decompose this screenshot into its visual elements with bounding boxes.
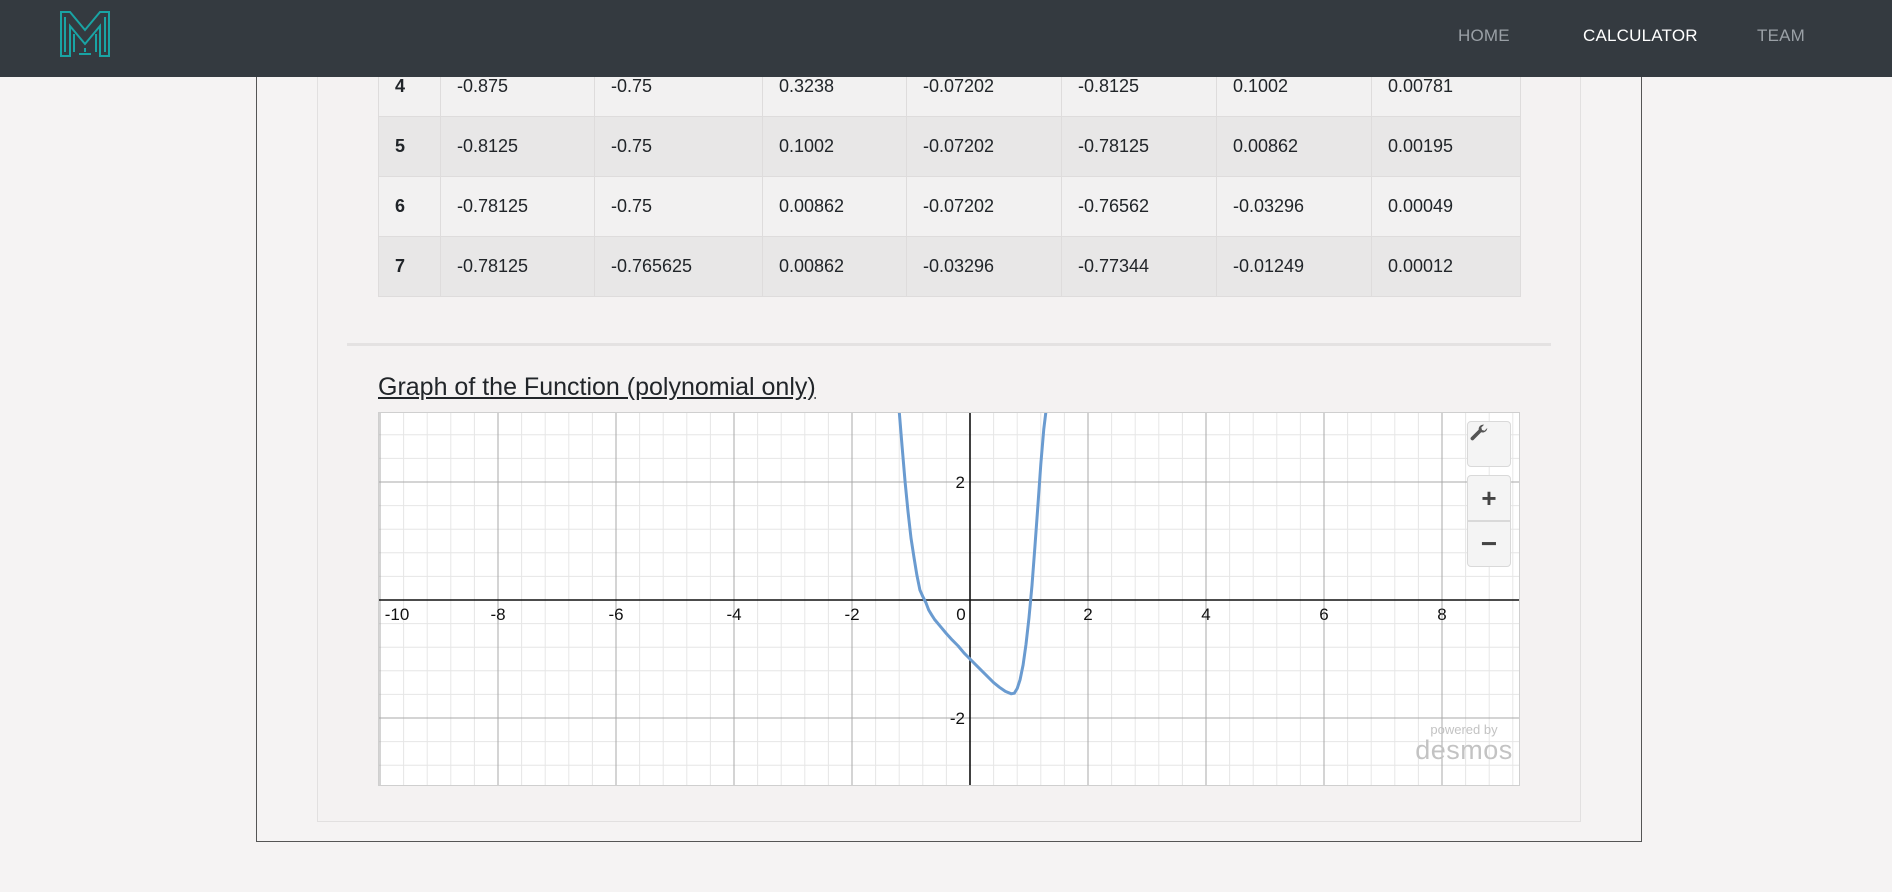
x-tick-label: -4 xyxy=(726,605,741,624)
table-cell: -0.76562 xyxy=(1061,176,1217,237)
table-cell: 0.00862 xyxy=(1216,116,1372,177)
graph-title: Graph of the Function (polynomial only) xyxy=(378,373,816,401)
graph-settings-button[interactable] xyxy=(1467,421,1511,467)
table-cell: 0.00012 xyxy=(1371,236,1521,297)
desmos-watermark: powered by desmos xyxy=(1409,723,1519,765)
function-graph[interactable]: -10 -8 -6 -4 -2 0 2 4 6 8 2 -2 + − powered by desmo… xyxy=(378,412,1520,786)
wrench-icon xyxy=(1470,424,1488,441)
table-row: 5 -0.8125 -0.75 0.1002 -0.07202 -0.78125… xyxy=(378,116,1521,177)
x-tick-label: 2 xyxy=(1083,605,1092,624)
x-tick-label: -6 xyxy=(608,605,623,624)
zoom-in-button[interactable]: + xyxy=(1467,475,1511,521)
x-tick-label: 0 xyxy=(956,605,965,624)
table-cell: -0.78125 xyxy=(440,236,595,297)
y-tick-label: -2 xyxy=(950,709,965,728)
table-cell: -0.78125 xyxy=(1061,116,1217,177)
table-cell: -0.07202 xyxy=(906,116,1062,177)
iterations-table: 4 -0.875 -0.75 0.3238 -0.07202 -0.8125 0… xyxy=(378,56,1521,297)
desmos-logo: desmos xyxy=(1415,735,1513,765)
table-cell: 0.00195 xyxy=(1371,116,1521,177)
nav-team-link[interactable]: TEAM xyxy=(1757,26,1805,46)
table-cell: 5 xyxy=(378,116,441,177)
table-cell: -0.78125 xyxy=(440,176,595,237)
nav-home-link[interactable]: HOME xyxy=(1458,26,1510,46)
x-tick-label: 8 xyxy=(1437,605,1446,624)
section-divider xyxy=(347,343,1551,346)
table-row: 6 -0.78125 -0.75 0.00862 -0.07202 -0.765… xyxy=(378,176,1521,237)
navbar: HOME CALCULATOR TEAM xyxy=(0,0,1892,77)
graph-canvas[interactable]: -10 -8 -6 -4 -2 0 2 4 6 8 2 -2 xyxy=(379,413,1520,786)
table-cell: 0.00862 xyxy=(762,176,907,237)
table-cell: -0.75 xyxy=(594,116,763,177)
logo-icon[interactable] xyxy=(58,8,112,60)
table-cell: -0.77344 xyxy=(1061,236,1217,297)
x-tick-label: 4 xyxy=(1201,605,1210,624)
table-cell: 0.1002 xyxy=(762,116,907,177)
function-curve xyxy=(897,413,1048,696)
table-cell: -0.75 xyxy=(594,176,763,237)
zoom-out-button[interactable]: − xyxy=(1467,521,1511,567)
table-cell: -0.03296 xyxy=(906,236,1062,297)
x-tick-label: -2 xyxy=(844,605,859,624)
y-tick-label: 2 xyxy=(956,473,965,492)
table-cell: 0.00049 xyxy=(1371,176,1521,237)
table-cell: -0.03296 xyxy=(1216,176,1372,237)
table-cell: -0.8125 xyxy=(440,116,595,177)
table-cell: 7 xyxy=(378,236,441,297)
table-row: 7 -0.78125 -0.765625 0.00862 -0.03296 -0… xyxy=(378,236,1521,297)
table-cell: -0.765625 xyxy=(594,236,763,297)
x-tick-label: -10 xyxy=(385,605,410,624)
table-cell: -0.07202 xyxy=(906,176,1062,237)
x-tick-label: 6 xyxy=(1319,605,1328,624)
x-tick-label: -8 xyxy=(490,605,505,624)
table-cell: 0.00862 xyxy=(762,236,907,297)
nav-calculator-link[interactable]: CALCULATOR xyxy=(1583,26,1698,46)
table-cell: 6 xyxy=(378,176,441,237)
table-cell: -0.01249 xyxy=(1216,236,1372,297)
